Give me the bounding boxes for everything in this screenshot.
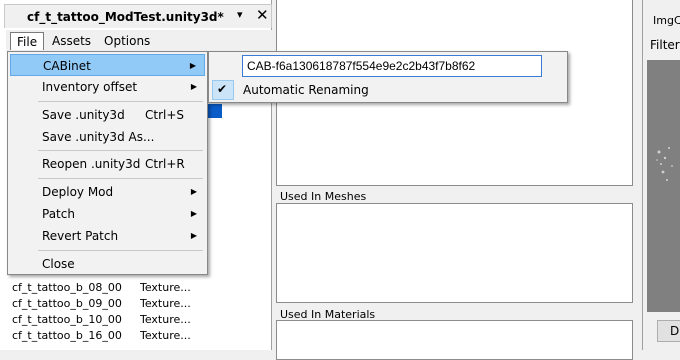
menu-separator [38,250,203,251]
menu-item-inventory-offset[interactable]: Inventory offset ▶ [10,76,205,98]
menu-item-deploy-mod[interactable]: Deploy Mod ▶ [10,181,205,203]
asset-name[interactable]: cf_t_tattoo_b_10_00 [12,312,122,328]
close-icon[interactable]: ✕ [256,6,269,24]
file-menu: CABinet ▶ Inventory offset ▶ Save .unity… [7,51,208,275]
submenu-arrow-icon: ▶ [189,61,196,70]
check-icon: ✔ [217,82,228,96]
submenu-arrow-icon: ▶ [190,231,197,240]
automatic-renaming-item[interactable]: Automatic Renaming [243,83,369,97]
menu-separator [38,150,203,151]
menu-item-reopen[interactable]: Reopen .unity3d Ctrl+R [10,153,205,175]
asset-name[interactable]: cf_t_tattoo_b_08_00 [12,280,122,296]
menu-item-shortcut: Ctrl+R [145,157,185,171]
cabinet-submenu: CAB-f6a130618787f554e9e2c2b43f7b8f62 ✔ A… [208,51,568,103]
asset-type[interactable]: Texture... [140,312,191,328]
menu-item-close[interactable]: Close [10,253,205,275]
submenu-arrow-icon: ▶ [190,209,197,218]
right-panel: ImgCo Filter Di [642,0,680,350]
menu-item-label: Reopen .unity3d [42,157,141,171]
used-in-meshes-label: Used In Meshes [280,190,367,203]
asset-type[interactable]: Texture... [140,296,191,312]
asset-type[interactable]: Texture... [140,280,191,296]
texture-preview-image [656,147,673,181]
menu-item-patch[interactable]: Patch ▶ [10,203,205,225]
menu-options[interactable]: Options [98,32,156,50]
menu-item-save[interactable]: Save .unity3d Ctrl+S [10,104,205,126]
image-count-label: ImgCo [653,14,680,27]
menu-item-label: CABinet [43,59,91,73]
filter-label: Filter [650,38,680,52]
dropdown-arrow-icon[interactable]: ▾ [237,8,243,21]
menu-item-label: Patch [42,207,75,221]
cab-name-input[interactable]: CAB-f6a130618787f554e9e2c2b43f7b8f62 [242,55,542,77]
menu-item-label: Deploy Mod [42,185,114,199]
submenu-arrow-icon: ▶ [190,82,197,91]
menubar: File Assets Options [6,30,272,52]
submenu-arrow-icon: ▶ [190,187,197,196]
menu-item-label: Inventory offset [42,80,138,94]
menu-item-revert-patch[interactable]: Revert Patch ▶ [10,225,205,247]
texture-preview [647,60,680,312]
menu-item-label: Save .unity3d As... [42,130,155,144]
document-title: cf_t_tattoo_ModTest.unity3d* [27,10,224,24]
menu-file[interactable]: File [10,32,45,50]
menu-item-label: Revert Patch [42,229,119,243]
selected-list-item[interactable] [208,104,222,118]
menu-item-label: Close [42,257,75,271]
menu-assets[interactable]: Assets [46,32,97,50]
used-in-meshes-list[interactable] [276,203,633,303]
asset-name[interactable]: cf_t_tattoo_b_09_00 [12,296,122,312]
menu-item-save-as[interactable]: Save .unity3d As... [10,126,205,148]
display-button[interactable]: Di [657,320,680,342]
menu-separator [38,178,203,179]
asset-type[interactable]: Texture... [140,328,191,344]
menu-item-cabinet[interactable]: CABinet ▶ [10,54,205,76]
menu-item-shortcut: Ctrl+S [145,108,185,122]
used-in-materials-list[interactable] [276,320,633,360]
asset-name[interactable]: cf_t_tattoo_b_16_00 [12,328,122,344]
menu-item-label: Save .unity3d [42,108,125,122]
menu-separator [38,101,203,102]
document-tab[interactable]: cf_t_tattoo_ModTest.unity3d* ▾ ✕ [4,4,272,28]
